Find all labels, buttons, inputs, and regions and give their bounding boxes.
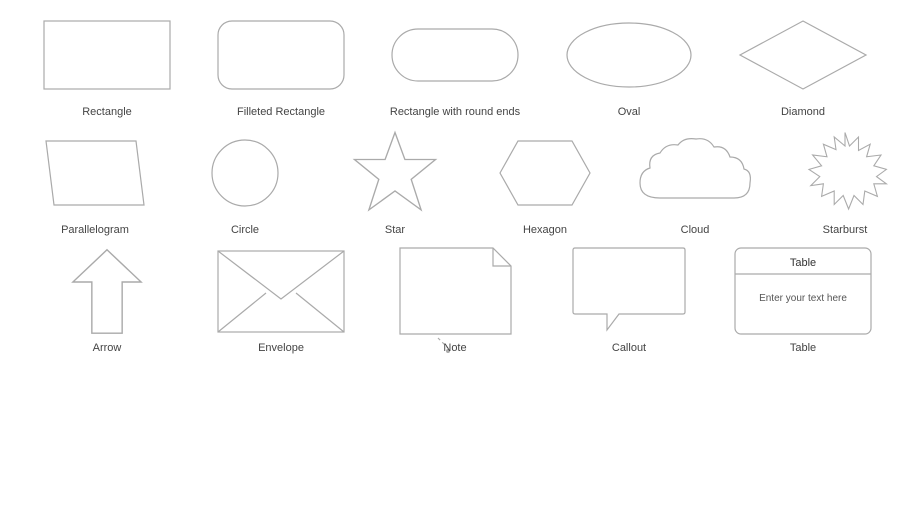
star-label: Star <box>385 224 405 236</box>
note-icon <box>398 246 513 336</box>
circle-label: Circle <box>231 224 259 236</box>
filleted-rectangle-label: Filleted Rectangle <box>237 106 325 118</box>
hexagon-icon <box>480 137 610 209</box>
circle-icon <box>209 137 281 209</box>
shape-item-hexagon[interactable]: Hexagon <box>470 128 620 236</box>
shape-item-cloud[interactable]: Cloud <box>620 128 770 236</box>
arrow-label: Arrow <box>93 342 122 354</box>
shape-row-2: Parallelogram Circle Star <box>20 128 890 236</box>
cloud-icon <box>630 133 760 213</box>
shapes-grid: Rectangle Filleted Rectangle Rectangle w… <box>0 0 910 374</box>
shape-item-table[interactable]: Table Enter your text here Table <box>723 246 883 354</box>
diamond-icon <box>738 19 868 91</box>
callout-icon <box>569 246 689 336</box>
diamond-label: Diamond <box>781 106 825 118</box>
parallelogram-label: Parallelogram <box>61 224 129 236</box>
cloud-label: Cloud <box>681 224 710 236</box>
shape-item-envelope[interactable]: Envelope <box>201 246 361 354</box>
oval-label: Oval <box>618 106 641 118</box>
envelope-label: Envelope <box>258 342 304 354</box>
star-icon <box>350 128 440 218</box>
starburst-label: Starburst <box>823 224 868 236</box>
arrow-icon <box>67 246 147 336</box>
table-icon: Table Enter your text here <box>733 246 873 336</box>
shape-item-diamond[interactable]: Diamond <box>723 10 883 118</box>
shape-item-oval[interactable]: Oval <box>549 10 709 118</box>
shape-item-arrow[interactable]: Arrow <box>27 246 187 354</box>
callout-label: Callout <box>612 342 646 354</box>
rectangle-icon <box>42 19 172 91</box>
svg-text:Enter your text here: Enter your text here <box>759 293 847 304</box>
parallelogram-icon <box>30 137 160 209</box>
envelope-icon <box>216 249 346 334</box>
table-label: Table <box>790 342 816 354</box>
shape-item-circle[interactable]: Circle <box>170 128 320 236</box>
shape-item-rectangle[interactable]: Rectangle <box>27 10 187 118</box>
shape-item-parallelogram[interactable]: Parallelogram <box>20 128 170 236</box>
shape-item-round-ends[interactable]: Rectangle with round ends <box>375 10 535 118</box>
hexagon-label: Hexagon <box>523 224 567 236</box>
shape-item-star[interactable]: Star <box>320 128 470 236</box>
round-ends-icon <box>390 19 520 91</box>
shape-row-1: Rectangle Filleted Rectangle Rectangle w… <box>20 10 890 118</box>
shape-item-filleted-rectangle[interactable]: Filleted Rectangle <box>201 10 361 118</box>
round-ends-label: Rectangle with round ends <box>390 106 520 118</box>
starburst-icon <box>800 128 890 218</box>
shape-item-callout[interactable]: Callout <box>549 246 709 354</box>
oval-icon <box>564 19 694 91</box>
svg-text:Table: Table <box>790 257 816 269</box>
note-label: Note <box>443 342 466 354</box>
shape-item-starburst[interactable]: Starburst <box>770 128 910 236</box>
filleted-rectangle-icon <box>216 19 346 91</box>
shape-item-note[interactable]: Note <box>375 246 535 354</box>
shape-row-3: Arrow Envelope <box>20 246 890 354</box>
rectangle-label: Rectangle <box>82 106 132 118</box>
